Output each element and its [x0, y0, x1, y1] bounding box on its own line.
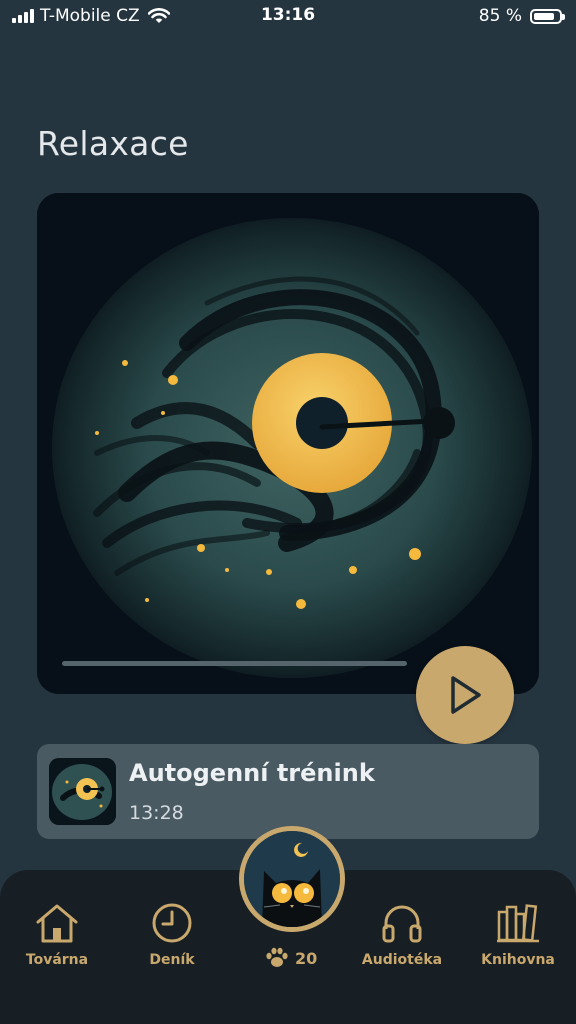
cat-avatar-button[interactable] — [239, 826, 345, 932]
battery-group: 85 % — [478, 6, 565, 26]
headphones-icon — [382, 905, 422, 943]
page-title: Relaxace — [37, 124, 189, 163]
track-thumbnail — [49, 758, 116, 825]
nav-item-tovarna[interactable]: Továrna — [7, 900, 107, 968]
vinyl-illustration — [37, 193, 539, 694]
battery-icon — [530, 8, 565, 24]
playback-progress-bar[interactable] — [62, 661, 407, 666]
track-card[interactable]: Autogenní trénink 13:28 — [37, 744, 539, 839]
paw-count-value: 20 — [295, 948, 318, 968]
nav-label: Deník — [149, 952, 195, 968]
nav-item-denik[interactable]: Deník — [122, 900, 222, 968]
battery-percent: 85 % — [478, 6, 522, 26]
home-icon — [36, 904, 78, 943]
track-title: Autogenní trénink — [129, 759, 375, 787]
album-artwork — [37, 193, 539, 694]
nav-label: Továrna — [25, 952, 89, 968]
cat-avatar-icon — [244, 831, 340, 927]
nav-item-knihovna[interactable]: Knihovna — [468, 900, 568, 968]
clock-icon — [152, 903, 192, 943]
nav-label: Knihovna — [481, 952, 555, 968]
nav-item-audioteka[interactable]: Audiotéka — [352, 900, 452, 968]
play-icon — [451, 676, 481, 714]
books-icon — [497, 904, 539, 943]
play-button[interactable] — [416, 646, 514, 744]
paw-points[interactable]: 20 — [265, 947, 317, 969]
track-duration: 13:28 — [129, 802, 184, 824]
status-bar: T-Mobile CZ 13:16 85 % — [0, 0, 576, 34]
paw-icon — [266, 947, 288, 967]
nav-label: Audiotéka — [361, 952, 443, 968]
